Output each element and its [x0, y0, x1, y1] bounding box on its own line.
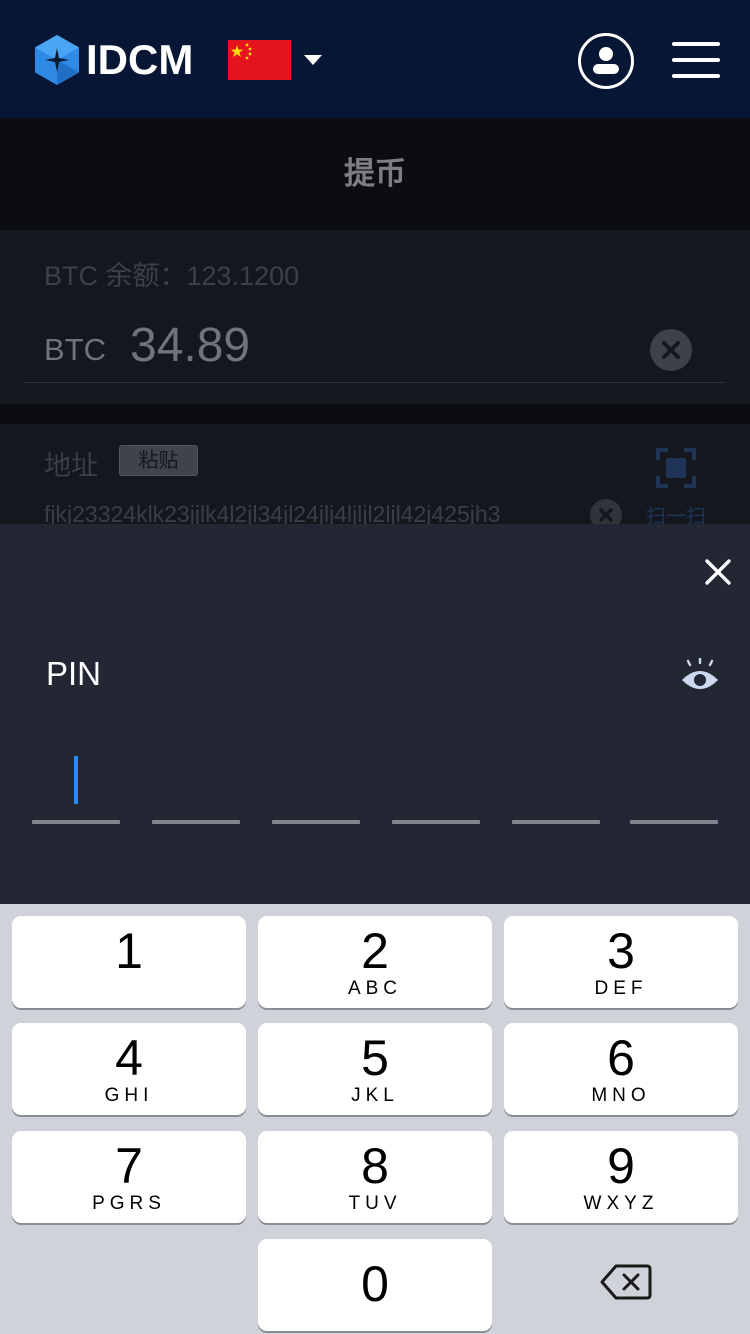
close-icon — [662, 341, 680, 359]
amount-input[interactable]: 34.89 — [130, 318, 250, 373]
key-7[interactable]: 7 PGRS — [12, 1131, 246, 1223]
user-icon — [593, 47, 619, 74]
key-2[interactable]: 2 ABC — [258, 916, 492, 1008]
key-letters: JKL — [351, 1085, 399, 1106]
key-8[interactable]: 8 TUV — [258, 1131, 492, 1223]
pin-digit-slot[interactable] — [630, 820, 718, 824]
china-flag-icon[interactable] — [228, 40, 291, 80]
clear-amount-button[interactable] — [650, 329, 692, 371]
user-account-button[interactable] — [578, 33, 634, 89]
key-0[interactable]: 0 — [258, 1239, 492, 1331]
key-9[interactable]: 9 WXYZ — [504, 1131, 738, 1223]
key-letters: TUV — [348, 1193, 402, 1214]
pin-digit-slot[interactable] — [392, 820, 480, 824]
clear-address-button[interactable] — [590, 499, 622, 524]
page-title-bar: 提币 — [0, 118, 750, 230]
app-header: IDCM — [0, 0, 750, 118]
key-letters: MNO — [591, 1085, 651, 1106]
pin-label: PIN — [46, 655, 102, 692]
brand-logo[interactable]: IDCM — [34, 34, 193, 86]
address-label: 地址 — [44, 451, 98, 482]
key-digit: 2 — [361, 923, 389, 979]
pin-digit-slot[interactable] — [152, 820, 240, 824]
close-icon — [599, 508, 613, 522]
text-cursor — [74, 756, 78, 804]
key-digit: 7 — [115, 1138, 143, 1194]
key-3[interactable]: 3 DEF — [504, 916, 738, 1008]
balance-text: BTC 余额：123.1200 — [44, 261, 300, 291]
chevron-down-icon[interactable] — [304, 55, 322, 65]
paste-button[interactable]: 粘贴 — [119, 445, 198, 476]
key-letters: DEF — [594, 978, 648, 999]
key-digit: 3 — [607, 923, 635, 979]
scan-label[interactable]: 扫一扫 — [646, 500, 706, 524]
brand-name: IDCM — [86, 36, 194, 83]
menu-line-icon — [672, 42, 720, 46]
key-5[interactable]: 5 JKL — [258, 1023, 492, 1115]
hexagon-logo-icon — [35, 35, 79, 85]
menu-line-icon — [672, 58, 720, 62]
key-digit: 4 — [115, 1030, 143, 1086]
menu-line-icon — [672, 74, 720, 78]
key-digit: 5 — [361, 1030, 389, 1086]
key-letters: ABC — [347, 978, 403, 999]
key-letters: GHI — [104, 1085, 154, 1106]
key-digit: 0 — [361, 1256, 389, 1312]
address-section: 地址 粘贴 fjkj23324klk23jjlk4l2jl34jl24jlj4l… — [0, 424, 750, 524]
page-title: 提币 — [344, 156, 406, 192]
currency-label: BTC — [44, 332, 106, 367]
numeric-keypad: 1 2 ABC 3 DEF 4 GHI 5 JKL 6 MNO 7 PGRS 8… — [0, 904, 750, 1334]
key-digit: 1 — [115, 923, 143, 979]
key-4[interactable]: 4 GHI — [12, 1023, 246, 1115]
divider — [24, 382, 726, 383]
key-digit: 9 — [607, 1138, 635, 1194]
key-letters: WXYZ — [583, 1193, 659, 1214]
pin-digit-slot[interactable] — [272, 820, 360, 824]
scan-icon[interactable] — [656, 448, 696, 488]
hamburger-menu-button[interactable] — [672, 42, 720, 78]
backspace-icon[interactable] — [600, 1263, 652, 1301]
amount-section: BTC 余额：123.1200 BTC 34.89 — [0, 230, 750, 404]
address-input[interactable]: fjkj23324klk23jjlk4l2jl34jl24jlj4ljljl2l… — [44, 501, 500, 524]
section-gap — [0, 404, 750, 424]
key-1[interactable]: 1 — [12, 916, 246, 1008]
pin-entry-sheet: PIN — [0, 524, 750, 904]
key-letters: PGRS — [92, 1193, 166, 1214]
pin-digit-slot[interactable] — [32, 820, 120, 824]
key-digit: 6 — [607, 1030, 635, 1086]
pin-digit-slot[interactable] — [512, 820, 600, 824]
close-icon[interactable] — [704, 558, 732, 586]
eye-icon[interactable] — [680, 658, 720, 694]
key-digit: 8 — [361, 1138, 389, 1194]
key-6[interactable]: 6 MNO — [504, 1023, 738, 1115]
